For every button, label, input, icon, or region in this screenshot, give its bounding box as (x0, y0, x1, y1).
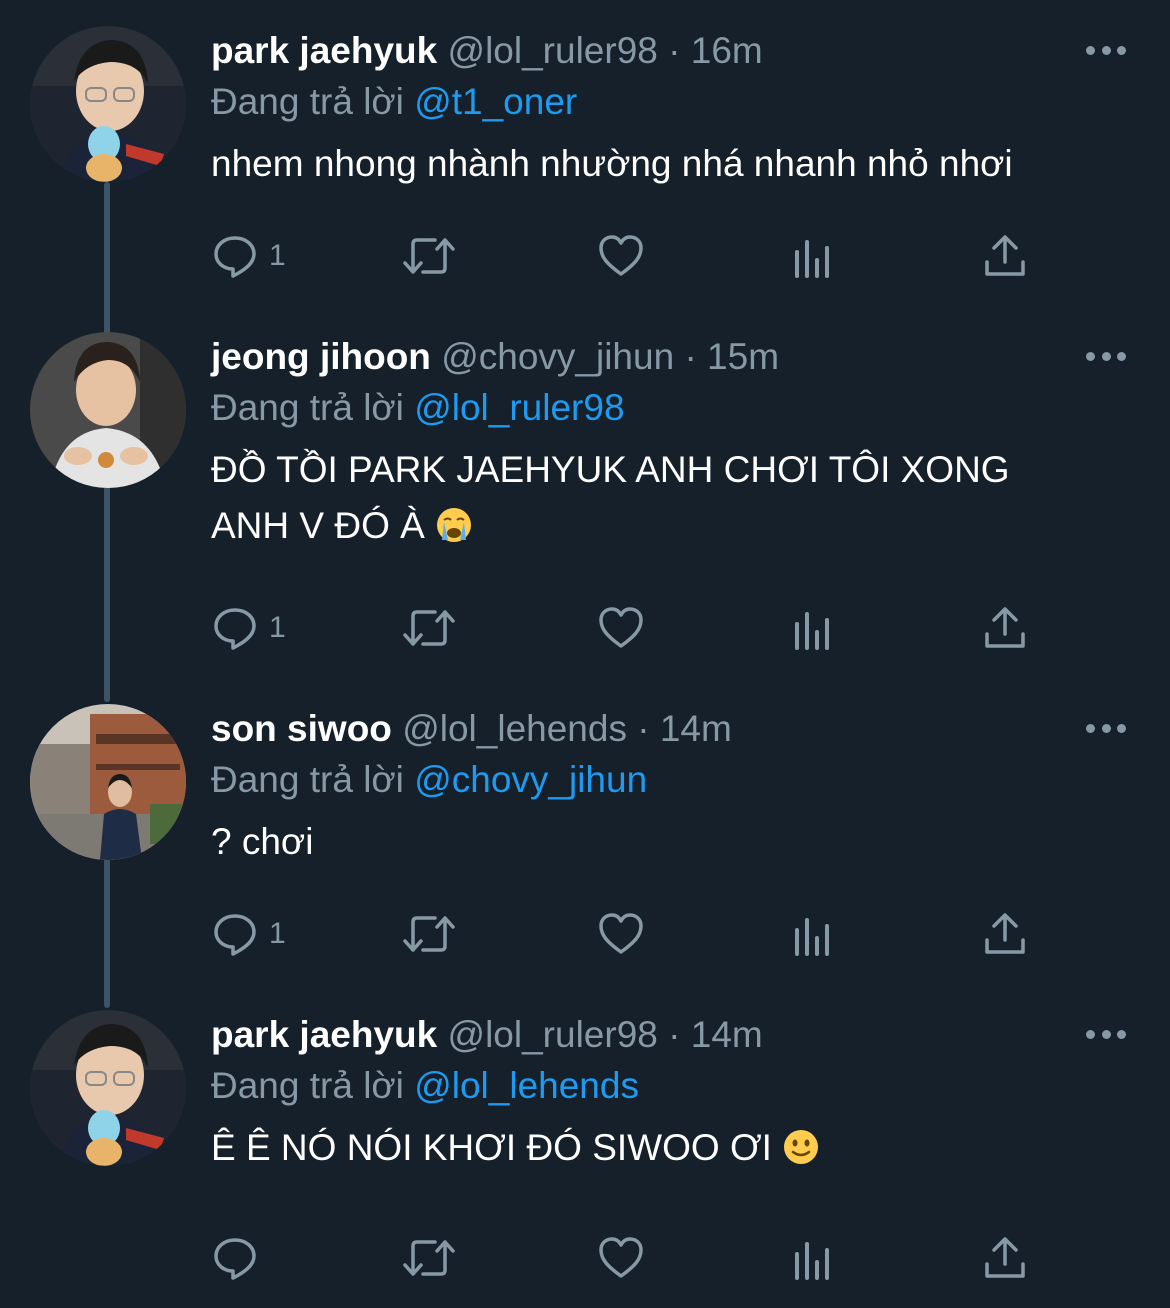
more-options-icon[interactable] (1086, 718, 1126, 738)
like-button[interactable] (597, 906, 645, 962)
reply-icon (214, 608, 256, 650)
crying-face-icon (435, 504, 473, 560)
share-icon (985, 235, 1025, 276)
retweet-button[interactable] (401, 600, 457, 656)
share-button[interactable] (981, 1230, 1029, 1286)
timestamp[interactable]: 16m (691, 30, 763, 71)
author-handle[interactable]: @lol_lehends (402, 708, 627, 749)
avatar[interactable] (30, 1010, 186, 1166)
author-name[interactable]: son siwoo (211, 708, 392, 749)
like-button[interactable] (597, 228, 645, 284)
reply-button[interactable]: 1 (211, 600, 286, 656)
author-handle[interactable]: @lol_ruler98 (448, 1014, 658, 1055)
mention-link[interactable]: @lol_lehends (414, 1065, 639, 1106)
retweet-button[interactable] (401, 1230, 457, 1286)
retweet-icon (403, 238, 455, 274)
retweet-icon (403, 916, 455, 952)
tweet-text: ? chơi (211, 821, 314, 862)
replying-to: Đang trả lời @lol_ruler98 (211, 382, 1130, 434)
more-options-icon[interactable] (1086, 346, 1126, 366)
heart-icon (599, 1237, 643, 1278)
share-icon (985, 1237, 1025, 1278)
author-name[interactable]: park jaehyuk (211, 30, 437, 71)
retweet-button[interactable] (401, 906, 457, 962)
reply-prefix: Đang trả lời (211, 759, 404, 800)
heart-icon (599, 235, 643, 276)
thread-line (104, 488, 110, 702)
replying-to: Đang trả lời @lol_lehends (211, 1060, 1130, 1112)
analytics-icon (795, 240, 829, 278)
slightly-smiling-face-icon (782, 1126, 820, 1182)
reply-prefix: Đang trả lời (211, 1065, 404, 1106)
share-button[interactable] (981, 906, 1029, 962)
mention-link[interactable]: @lol_ruler98 (414, 387, 624, 428)
tweet-actions: 1 (211, 906, 1051, 962)
reply-prefix: Đang trả lời (211, 81, 404, 122)
tweet-text: ĐỒ TỒI PARK JAEHYUK ANH CHƠI TÔI XONG AN… (211, 442, 1091, 560)
retweet-icon (403, 1240, 455, 1276)
share-button[interactable] (981, 600, 1029, 656)
like-button[interactable] (597, 600, 645, 656)
tweet-actions: 1 (211, 600, 1051, 656)
avatar[interactable] (30, 26, 186, 182)
reply-count: 1 (269, 239, 286, 272)
retweet-icon (403, 610, 455, 646)
author-handle[interactable]: @lol_ruler98 (448, 30, 658, 71)
analytics-icon (795, 612, 829, 650)
reply-count: 1 (269, 611, 286, 644)
analytics-button[interactable] (791, 228, 835, 284)
like-button[interactable] (597, 1230, 645, 1286)
reply-prefix: Đang trả lời (211, 387, 404, 428)
retweet-button[interactable] (401, 228, 457, 284)
avatar[interactable] (30, 332, 186, 488)
reply-button[interactable]: 1 (211, 228, 286, 284)
heart-icon (599, 607, 643, 648)
avatar[interactable] (30, 704, 186, 860)
analytics-icon (795, 918, 829, 956)
author-handle[interactable]: @chovy_jihun (441, 336, 674, 377)
reply-icon (214, 1238, 256, 1280)
analytics-button[interactable] (791, 600, 835, 656)
timestamp[interactable]: 14m (691, 1014, 763, 1055)
analytics-button[interactable] (791, 1230, 835, 1286)
reply-icon (214, 914, 256, 956)
replying-to: Đang trả lời @t1_oner (211, 76, 1130, 128)
analytics-icon (795, 1242, 829, 1280)
timestamp[interactable]: 14m (660, 708, 732, 749)
mention-link[interactable]: @t1_oner (414, 81, 577, 122)
share-icon (985, 913, 1025, 954)
analytics-button[interactable] (791, 906, 835, 962)
share-button[interactable] (981, 228, 1029, 284)
author-name[interactable]: park jaehyuk (211, 1014, 437, 1055)
heart-icon (599, 913, 643, 954)
tweet-actions: 1 (211, 228, 1051, 284)
reply-button[interactable]: 1 (211, 906, 286, 962)
tweet-actions (211, 1230, 1051, 1286)
mention-link[interactable]: @chovy_jihun (414, 759, 647, 800)
reply-icon (214, 236, 256, 278)
tweet-text: Ê Ê NÓ NÓI KHƠI ĐÓ SIWOO ƠI (211, 1120, 1130, 1182)
thread-line (104, 858, 110, 1008)
more-options-icon[interactable] (1086, 1024, 1126, 1044)
replying-to: Đang trả lời @chovy_jihun (211, 754, 1130, 806)
share-icon (985, 607, 1025, 648)
tweet-text: nhem nhong nhành nhường nhá nhanh nhỏ nh… (211, 143, 1013, 184)
reply-button[interactable] (211, 1230, 269, 1286)
timestamp[interactable]: 15m (707, 336, 779, 377)
more-options-icon[interactable] (1086, 40, 1126, 60)
reply-count: 1 (269, 917, 286, 950)
author-name[interactable]: jeong jihoon (211, 336, 431, 377)
